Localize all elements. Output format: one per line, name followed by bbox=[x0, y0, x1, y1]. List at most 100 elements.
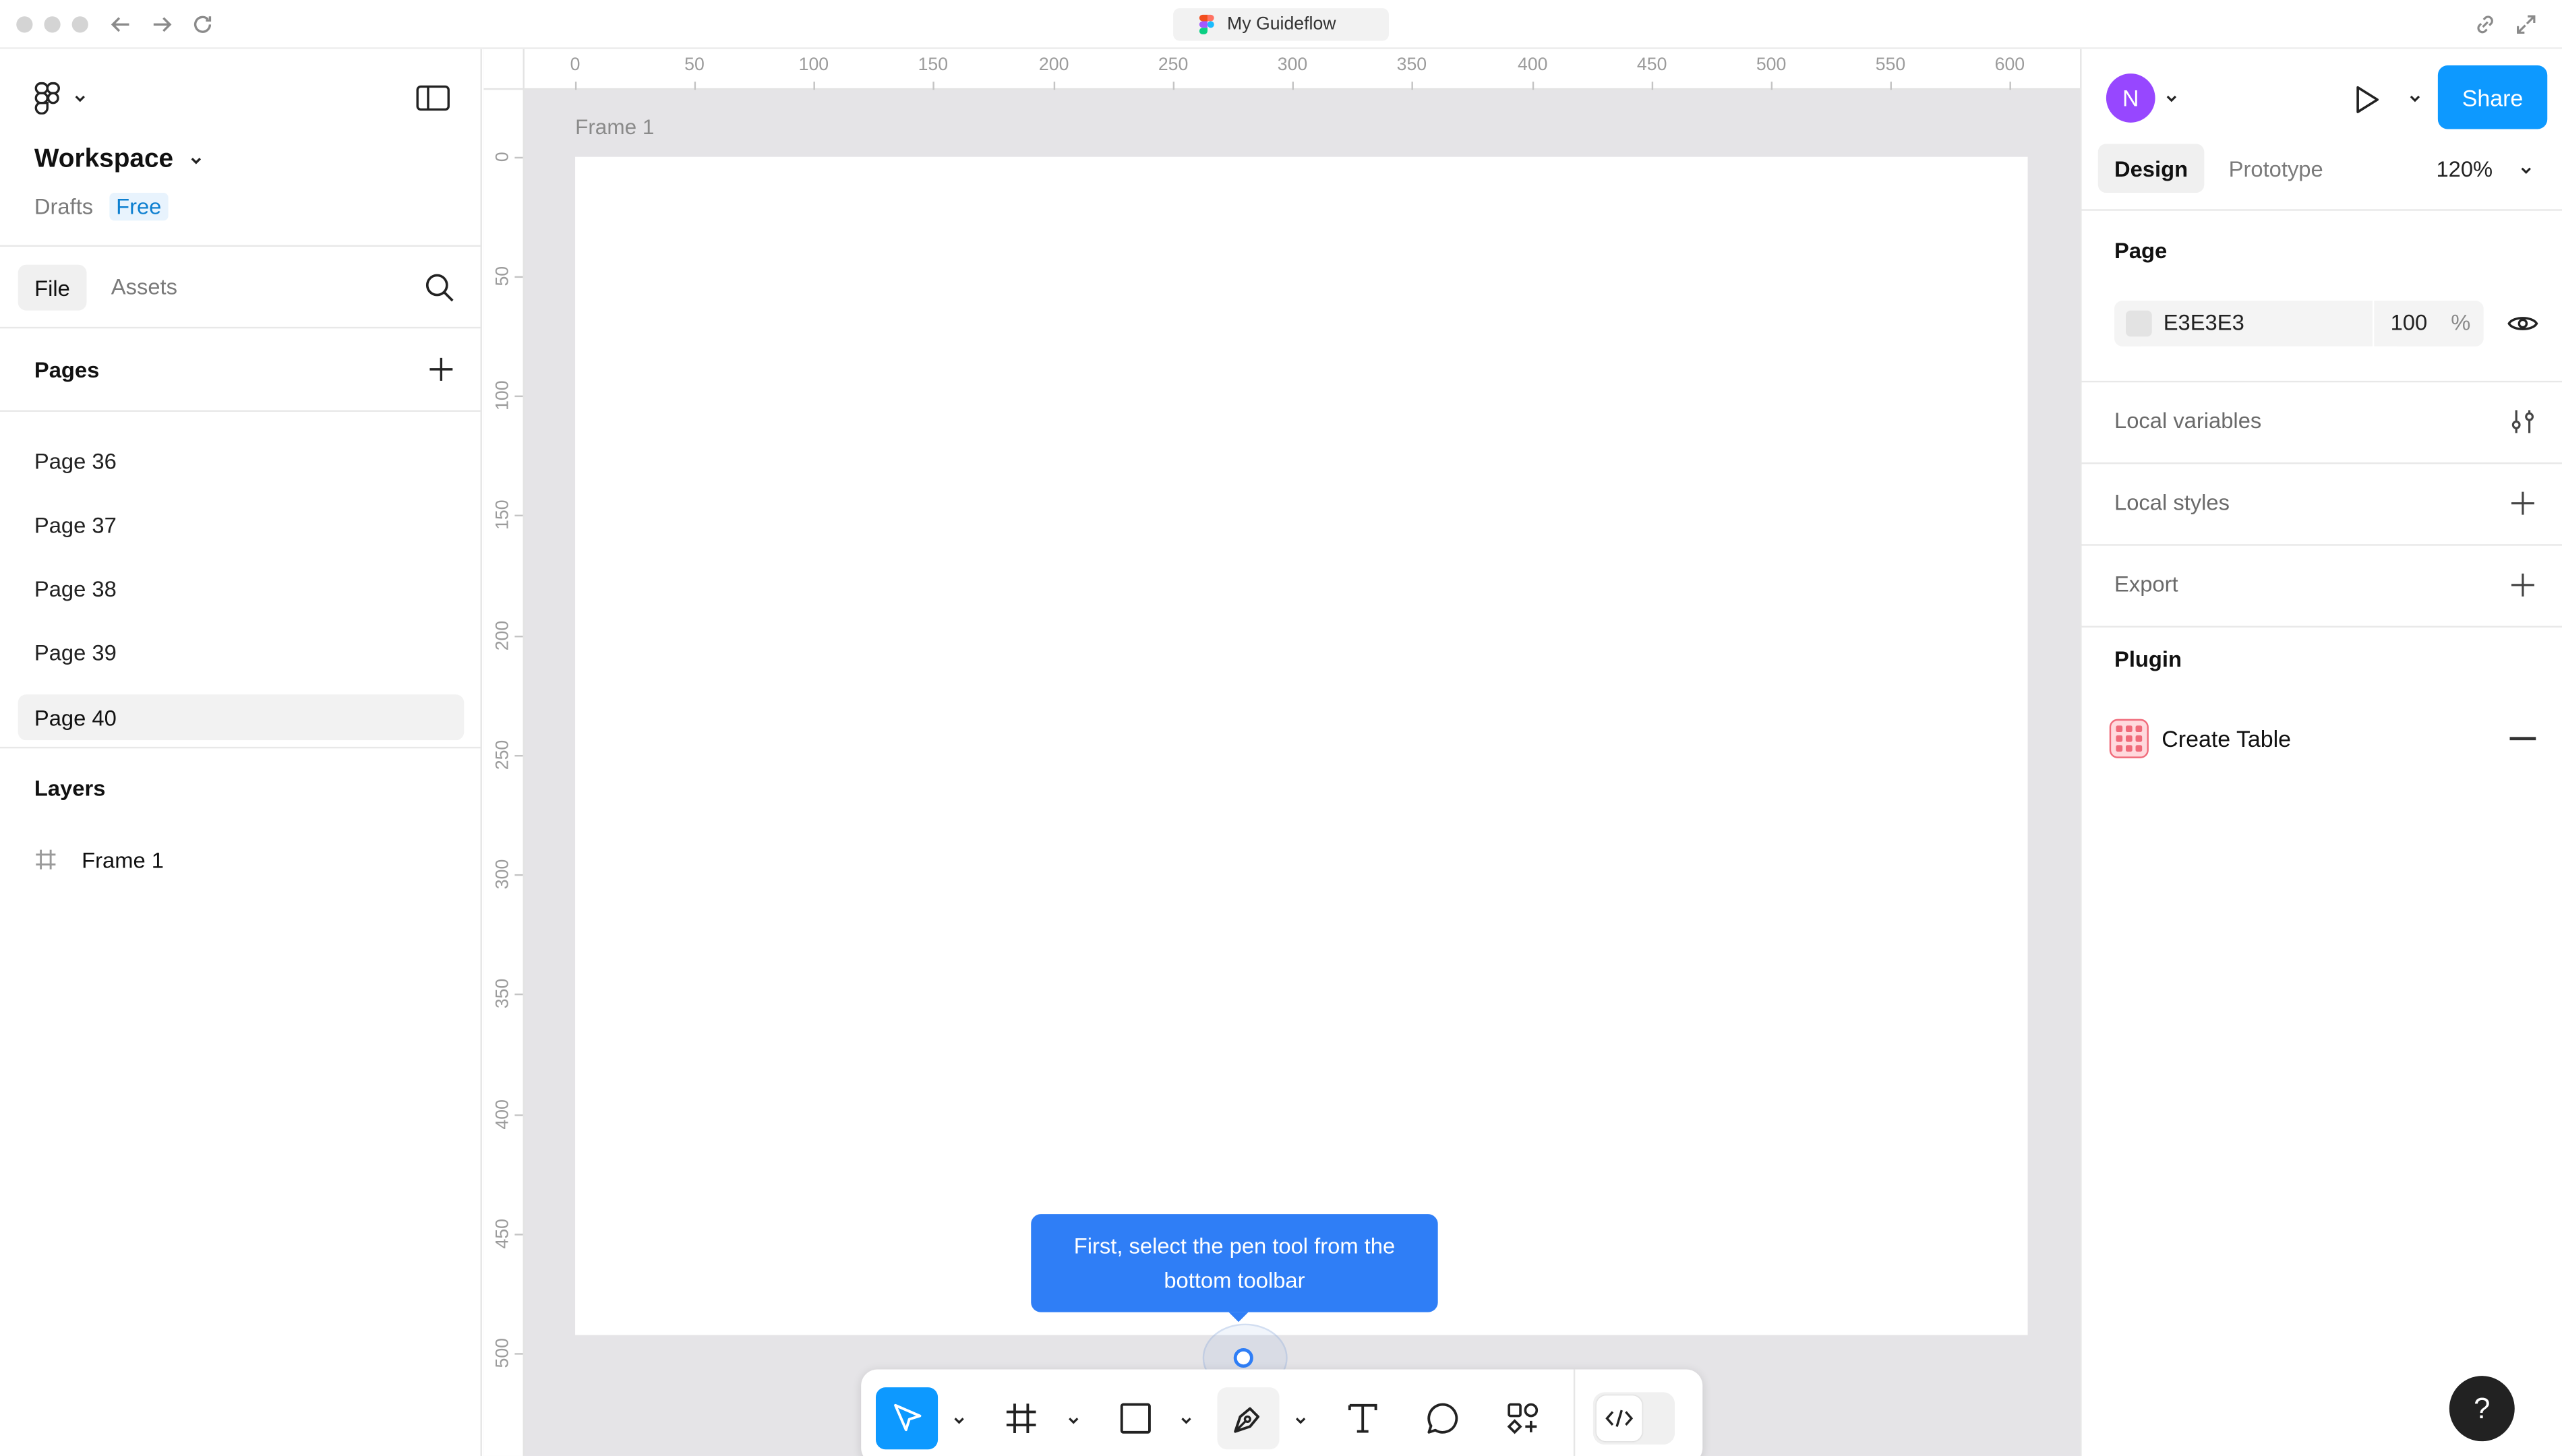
remove-plugin-button[interactable] bbox=[2509, 737, 2536, 741]
avatar[interactable]: N bbox=[2106, 73, 2155, 123]
ruler-tick: 0 bbox=[493, 152, 513, 162]
page-item-selected[interactable]: Page 40 bbox=[18, 694, 465, 741]
chevron-down-icon[interactable] bbox=[951, 1412, 967, 1428]
tab-design[interactable]: Design bbox=[2097, 144, 2205, 193]
divider bbox=[0, 245, 481, 247]
comment-icon bbox=[1427, 1403, 1458, 1434]
chevron-down-icon[interactable] bbox=[2518, 162, 2534, 178]
tab-prototype[interactable]: Prototype bbox=[2229, 157, 2323, 181]
ruler-tick: 400 bbox=[493, 1099, 513, 1130]
document-tab[interactable]: My Guideflow bbox=[1173, 8, 1389, 41]
plan-badge[interactable]: Free bbox=[109, 193, 169, 221]
share-button[interactable]: Share bbox=[2437, 65, 2548, 129]
ruler-tick: 300 bbox=[1277, 55, 1308, 90]
forward-arrow-icon[interactable] bbox=[149, 11, 175, 38]
present-button[interactable] bbox=[2348, 82, 2384, 117]
tab-file[interactable]: File bbox=[18, 264, 87, 311]
figma-logo-icon bbox=[1199, 14, 1214, 34]
right-panel: N Share Design Prototype 120% Page E3E3E… bbox=[2080, 49, 2562, 1456]
frame-1[interactable] bbox=[575, 156, 2028, 1335]
text-tool-button[interactable] bbox=[1332, 1387, 1394, 1449]
page-color-swatch[interactable] bbox=[2125, 310, 2152, 337]
variables-sliders-icon[interactable] bbox=[2509, 408, 2536, 435]
layer-item[interactable]: Frame 1 bbox=[32, 840, 164, 879]
chevron-down-icon[interactable] bbox=[1292, 1412, 1309, 1428]
ruler-tick: 350 bbox=[493, 978, 513, 1009]
workspace-switcher[interactable]: Workspace bbox=[34, 146, 204, 175]
frame-tool-button[interactable] bbox=[990, 1387, 1052, 1449]
search-button[interactable] bbox=[423, 271, 456, 303]
frame-label[interactable]: Frame 1 bbox=[575, 115, 654, 139]
sidebar-panel-icon bbox=[416, 85, 450, 111]
link-icon[interactable] bbox=[2472, 11, 2499, 38]
local-variables-label[interactable]: Local variables bbox=[2114, 408, 2261, 433]
ruler-tick: 350 bbox=[1396, 55, 1427, 90]
page-opacity-value[interactable]: 100 bbox=[2391, 311, 2428, 335]
add-page-button[interactable] bbox=[427, 355, 456, 384]
window-close-button[interactable] bbox=[16, 16, 33, 33]
plus-icon[interactable] bbox=[2509, 490, 2536, 516]
ruler-tick: 150 bbox=[918, 55, 949, 90]
comment-tool-button[interactable] bbox=[1412, 1387, 1474, 1449]
window-minimize-button[interactable] bbox=[44, 16, 61, 33]
move-tool-button[interactable] bbox=[875, 1387, 939, 1450]
pointer-icon bbox=[894, 1403, 922, 1432]
figma-menu-icon bbox=[34, 82, 60, 115]
chevron-down-icon[interactable] bbox=[2164, 90, 2180, 106]
divider bbox=[0, 410, 481, 412]
window-zoom-button[interactable] bbox=[71, 16, 88, 33]
page-item[interactable]: Page 36 bbox=[18, 438, 465, 484]
rectangle-icon bbox=[1120, 1403, 1151, 1434]
tab-assets[interactable]: Assets bbox=[111, 274, 177, 299]
sidebar-toggle-button[interactable] bbox=[415, 84, 451, 113]
expand-icon[interactable] bbox=[2513, 11, 2539, 38]
toolbar-divider bbox=[1573, 1369, 1576, 1456]
play-icon bbox=[2356, 86, 2379, 113]
guide-hotspot[interactable] bbox=[1233, 1347, 1253, 1368]
chevron-down-icon bbox=[191, 157, 202, 164]
chevron-down-icon[interactable] bbox=[1178, 1412, 1194, 1428]
drafts-link[interactable]: Drafts bbox=[34, 194, 93, 218]
workspace-location: Drafts Free bbox=[34, 193, 169, 221]
ruler-tick: 450 bbox=[1636, 55, 1667, 90]
local-styles-label[interactable]: Local styles bbox=[2114, 490, 2230, 514]
guide-tooltip: First, select the pen tool from the bott… bbox=[1031, 1214, 1438, 1323]
plus-icon[interactable] bbox=[2509, 572, 2536, 598]
ruler-tick: 550 bbox=[1875, 55, 1906, 90]
reload-icon[interactable] bbox=[189, 11, 216, 38]
code-icon bbox=[1605, 1409, 1634, 1427]
plugin-item[interactable]: Create Table bbox=[2109, 719, 2292, 758]
zoom-level[interactable]: 120% bbox=[2436, 157, 2493, 181]
guide-tooltip-text: First, select the pen tool from the bott… bbox=[1073, 1234, 1396, 1293]
shape-tool-button[interactable] bbox=[1104, 1387, 1166, 1449]
ruler-tick: 50 bbox=[493, 266, 513, 286]
frame-icon bbox=[1006, 1403, 1036, 1434]
back-arrow-icon[interactable] bbox=[108, 11, 134, 38]
main-menu-button[interactable] bbox=[32, 82, 91, 115]
help-button[interactable]: ? bbox=[2449, 1376, 2515, 1442]
page-visibility-button[interactable] bbox=[2507, 311, 2539, 337]
page-fill-field[interactable]: E3E3E3 100 % bbox=[2114, 301, 2484, 346]
export-label[interactable]: Export bbox=[2114, 572, 2178, 596]
pen-tool-button[interactable] bbox=[1217, 1387, 1280, 1450]
chevron-down-icon[interactable] bbox=[1065, 1412, 1081, 1428]
left-sidebar: Workspace Drafts Free File Assets Pages … bbox=[0, 49, 482, 1456]
chevron-down-icon[interactable] bbox=[2407, 90, 2423, 106]
page-item[interactable]: Page 37 bbox=[18, 502, 465, 547]
plugin-name: Create Table bbox=[2162, 725, 2292, 752]
divider bbox=[2081, 462, 2562, 464]
ruler-tick: 500 bbox=[493, 1338, 513, 1368]
page-item[interactable]: Page 39 bbox=[18, 629, 465, 675]
title-bar: My Guideflow bbox=[0, 0, 2562, 49]
canvas[interactable]: 0 50 100 150 200 250 300 350 400 450 500… bbox=[483, 49, 2081, 1456]
page-color-hex[interactable]: E3E3E3 bbox=[2164, 311, 2244, 335]
dev-mode-toggle[interactable] bbox=[1592, 1392, 1675, 1445]
actions-tool-button[interactable] bbox=[1492, 1387, 1554, 1449]
horizontal-ruler: 0 50 100 150 200 250 300 350 400 450 500… bbox=[524, 49, 2081, 90]
divider bbox=[0, 746, 481, 749]
text-icon bbox=[1348, 1403, 1377, 1433]
ruler-tick: 400 bbox=[1517, 55, 1548, 90]
page-item[interactable]: Page 38 bbox=[18, 566, 465, 611]
chevron-down-icon bbox=[75, 95, 85, 102]
ruler-tick: 200 bbox=[493, 620, 513, 651]
